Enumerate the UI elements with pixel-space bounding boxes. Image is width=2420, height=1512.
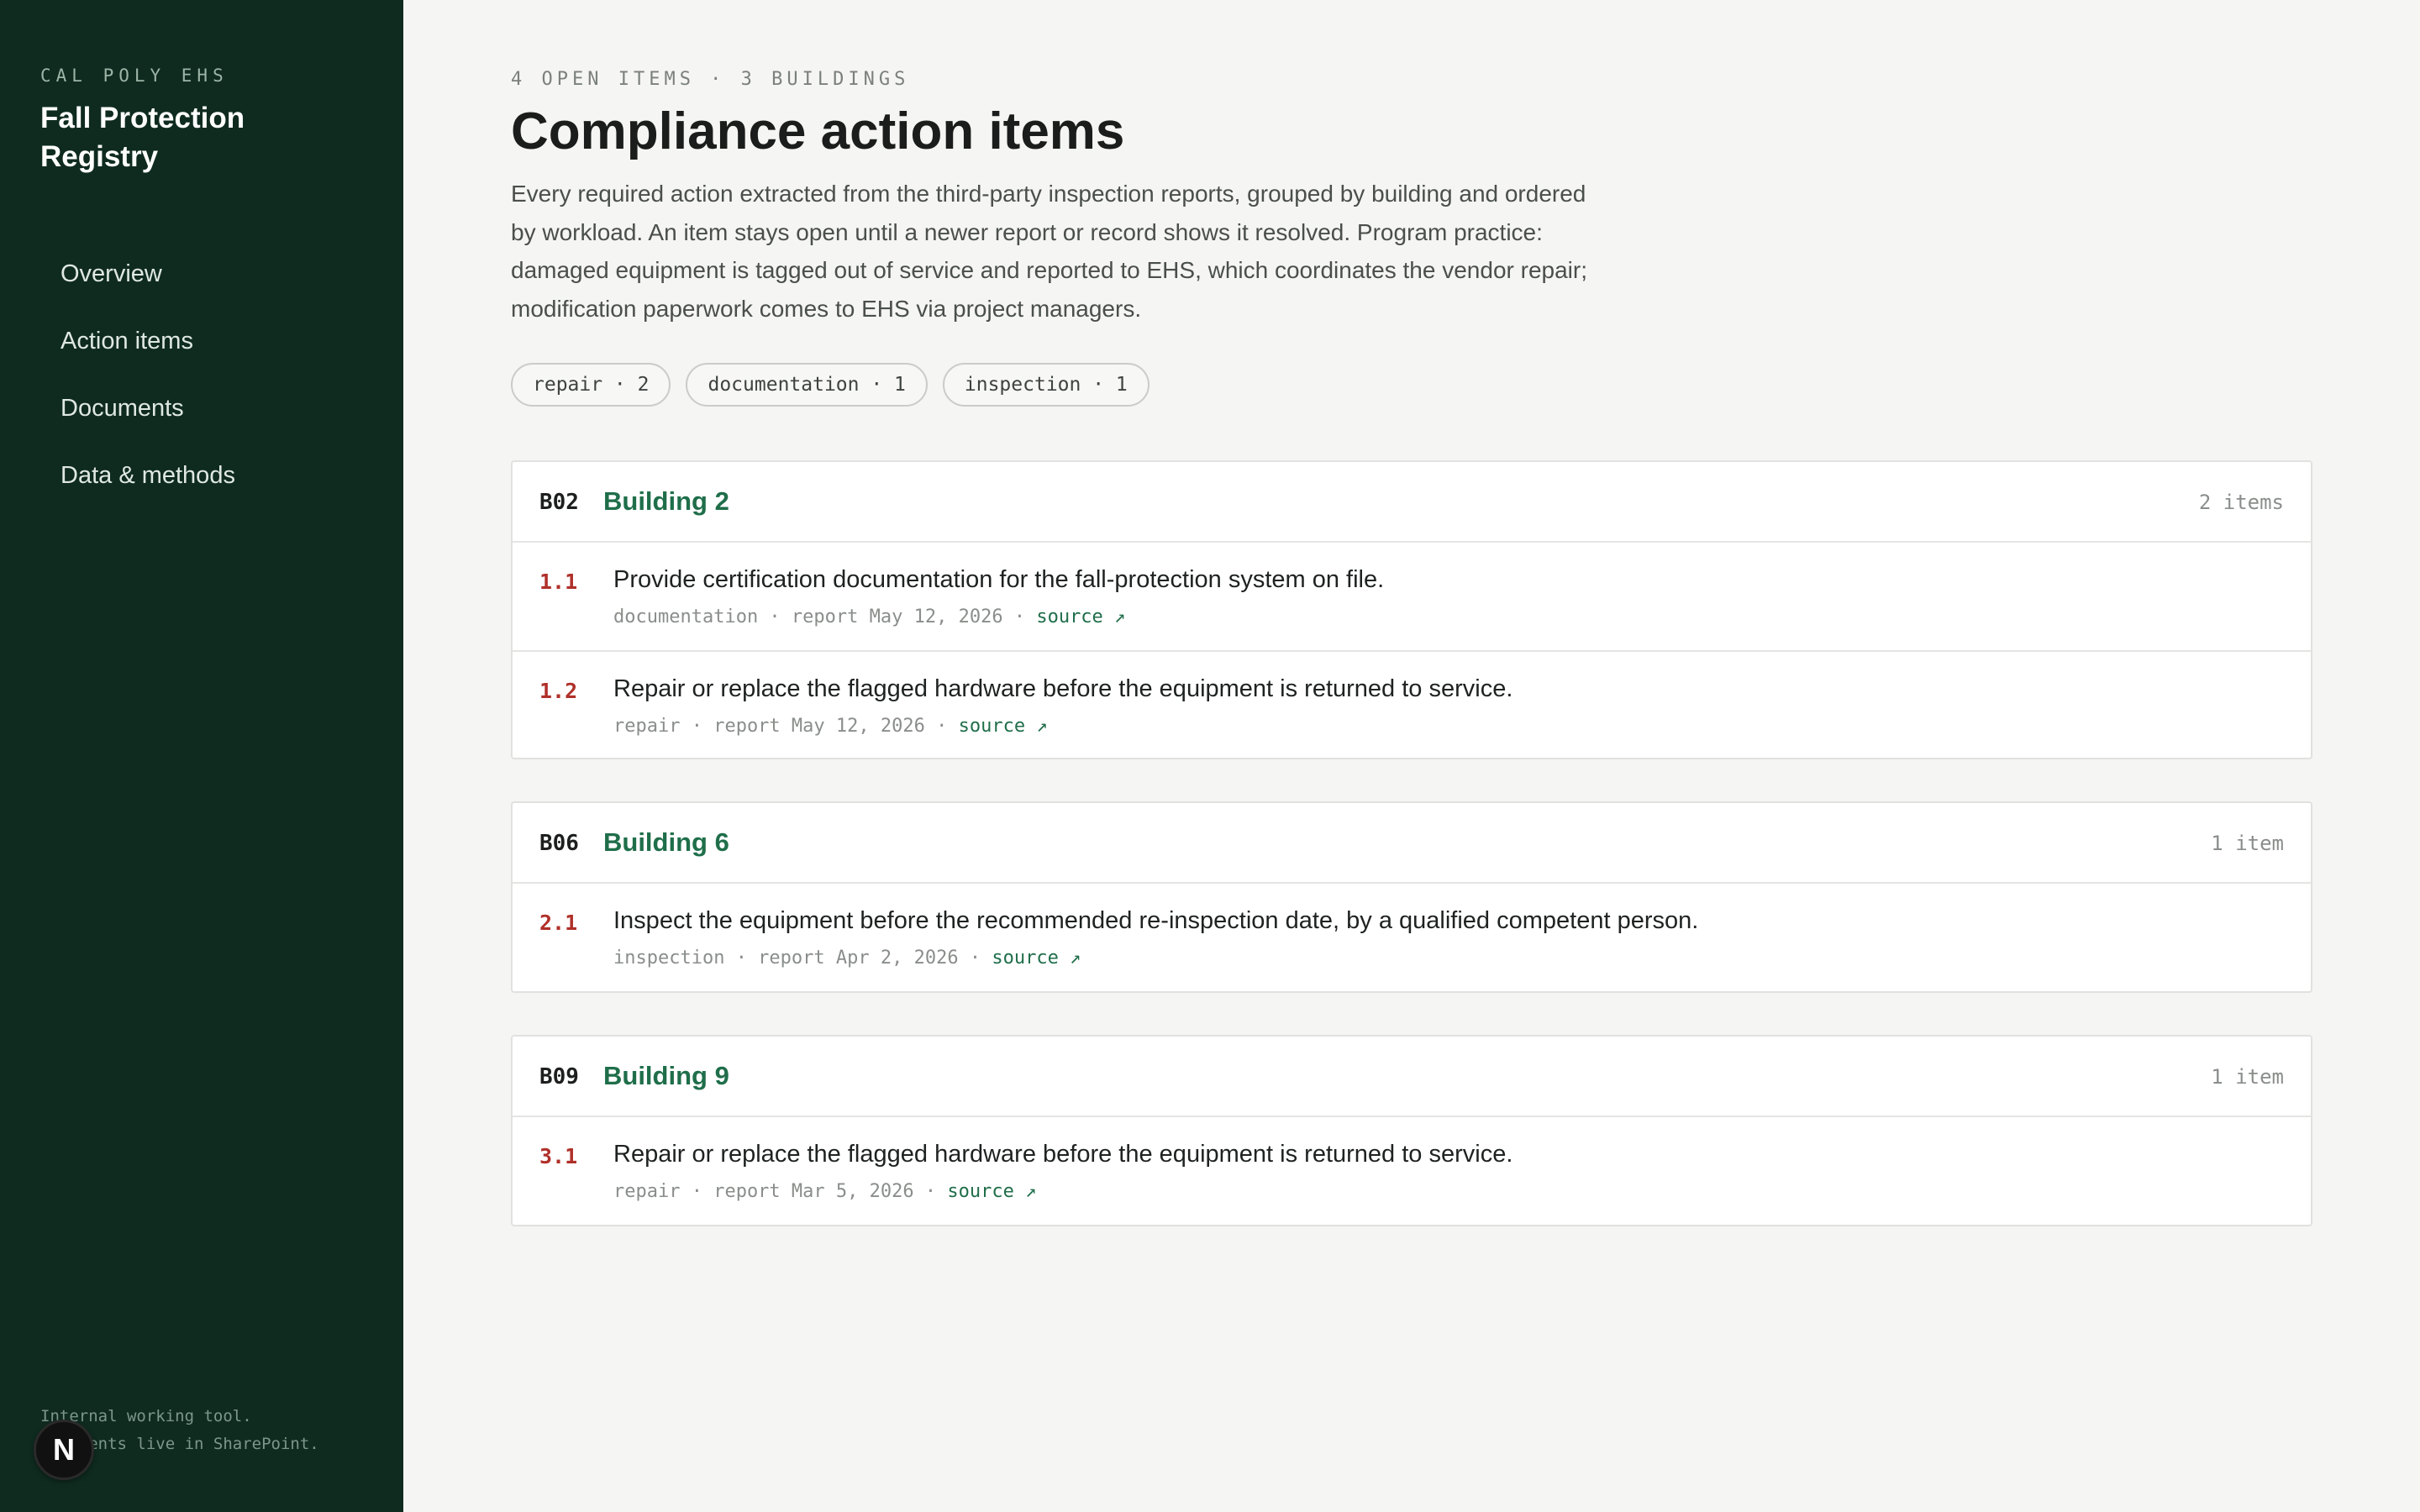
item-number: 1.2 [539,679,578,703]
item-text: Repair or replace the flagged hardware b… [613,675,1513,702]
chip-documentation[interactable]: documentation · 1 [686,363,928,407]
item-meta-text: repair · report Mar 5, 2026 · [613,1181,948,1202]
building-item-count: 1 item [2211,1065,2284,1089]
item-meta-text: inspection · report Apr 2, 2026 · [613,948,992,969]
building-code: B09 [539,1064,579,1089]
item-number: 3.1 [539,1144,578,1168]
nav-item-action-items[interactable]: Action items [40,316,376,383]
building-name-link[interactable]: Building 6 [603,827,729,858]
source-link[interactable]: source ↗ [947,1181,1036,1202]
building-card: B09 Building 9 1 item 3.1 Repair or repl… [511,1035,2312,1226]
item-text: Provide certification documentation for … [613,566,1385,593]
item-meta-text: repair · report May 12, 2026 · [613,716,959,737]
building-item-count: 2 items [2198,491,2284,514]
item-meta-text: documentation · report May 12, 2026 · [613,606,1037,627]
item-text: Repair or replace the flagged hardware b… [613,1141,1513,1168]
source-link[interactable]: source ↗ [992,948,1081,969]
building-name-link[interactable]: Building 9 [603,1060,729,1092]
nav-item-overview[interactable]: Overview [40,249,376,316]
chip-repair[interactable]: repair · 2 [511,363,671,407]
item-meta: inspection · report Apr 2, 2026 · source… [613,946,1081,971]
action-item-row: 3.1 Repair or replace the flagged hardwa… [513,1117,2311,1225]
nav-item-documents[interactable]: Documents [40,383,376,450]
building-card-header: B09 Building 9 1 item [513,1037,2311,1117]
page-title: Compliance action items [511,102,1125,160]
sidebar: CAL POLY EHS Fall Protection Registry Ov… [0,0,403,1512]
item-number: 2.1 [539,911,578,935]
action-item-row: 2.1 Inspect the equipment before the rec… [513,884,2311,991]
action-item-row: 1.1 Provide certification documentation … [513,543,2311,650]
source-link[interactable]: source ↗ [959,716,1048,737]
item-text: Inspect the equipment before the recomme… [613,907,1699,934]
source-link[interactable]: source ↗ [1036,606,1125,627]
app-title: Fall Protection Registry [40,102,245,173]
sidebar-nav: Overview Action items Documents Data & m… [40,249,376,517]
building-card-header: B02 Building 2 2 items [513,462,2311,543]
building-code: B02 [539,490,579,515]
chip-inspection[interactable]: inspection · 1 [942,363,1150,407]
building-card: B02 Building 2 2 items 1.1 Provide certi… [511,460,2312,759]
item-number: 1.1 [539,570,578,594]
item-meta: repair · report Mar 5, 2026 · source ↗ [613,1179,1036,1205]
building-item-count: 1 item [2211,832,2284,855]
item-meta: documentation · report May 12, 2026 · so… [613,605,1125,630]
building-card-header: B06 Building 6 1 item [513,803,2311,884]
action-item-row: 1.2 Repair or replace the flagged hardwa… [513,650,2311,758]
building-code: B06 [539,831,579,856]
building-name-link[interactable]: Building 2 [603,486,729,517]
building-card: B06 Building 6 1 item 2.1 Inspect the eq… [511,801,2312,993]
org-label: CAL POLY EHS [40,66,229,86]
summary-eyebrow: 4 OPEN ITEMS · 3 BUILDINGS [511,69,910,90]
intro-paragraph: Every required action extracted from the… [511,181,1587,322]
category-chips: repair · 2 documentation · 1 inspection … [511,363,1150,407]
dev-tools-badge[interactable]: N [34,1420,94,1480]
item-meta: repair · report May 12, 2026 · source ↗ [613,714,1048,739]
nav-item-data-methods[interactable]: Data & methods [40,450,376,517]
